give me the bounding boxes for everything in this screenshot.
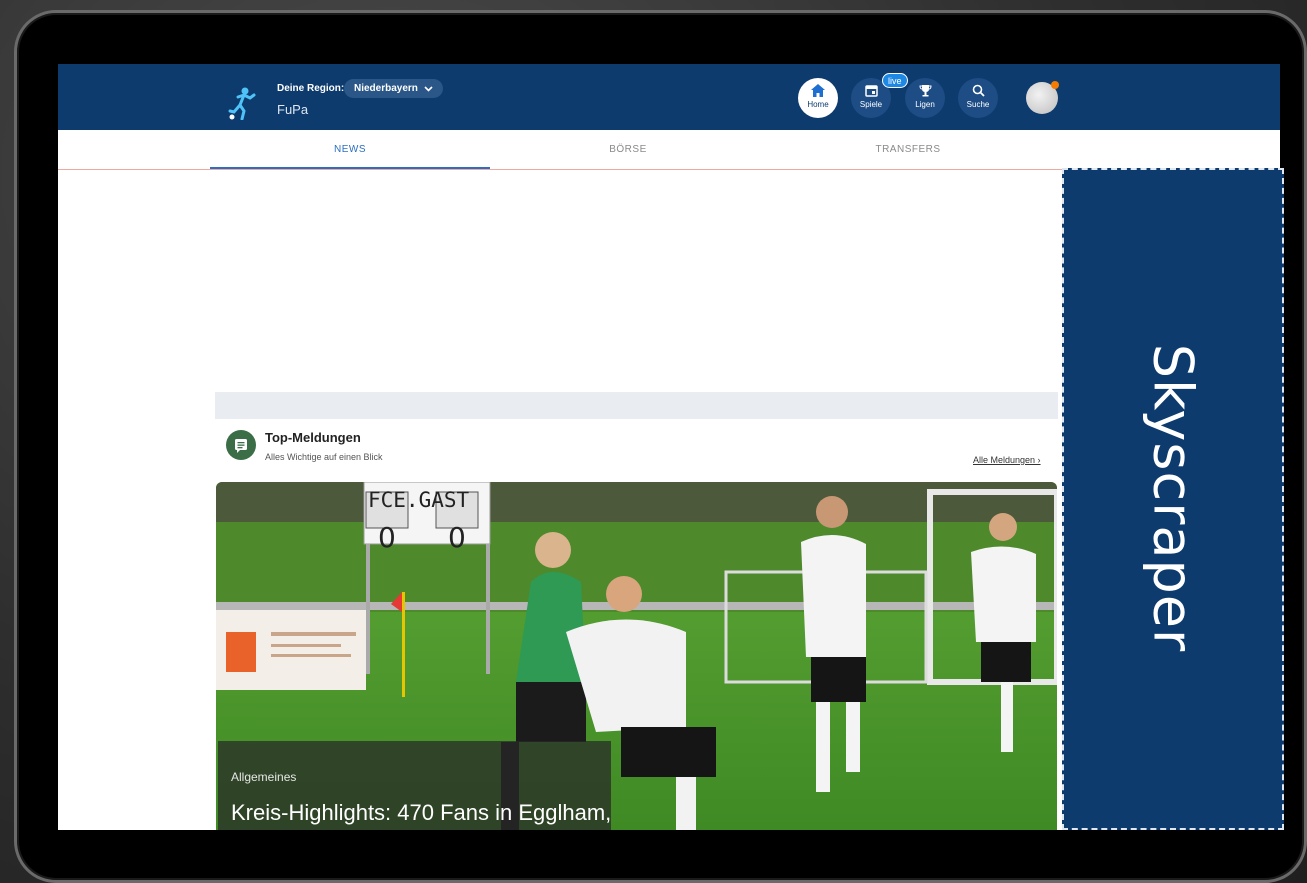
nav-home-label: Home — [807, 100, 829, 109]
content-divider — [215, 392, 1058, 419]
section-tabs: NEWS BÖRSE TRANSFERS — [58, 130, 1280, 170]
nav-home-button[interactable]: Home — [798, 78, 838, 118]
section-title: Top-Meldungen — [265, 430, 361, 445]
nav-ligen-label: Ligen — [915, 100, 935, 109]
article-category: Allgemeines — [231, 770, 297, 784]
scoreboard-home: 0 — [378, 521, 396, 554]
scoreboard-teams: FCE.GAST — [368, 488, 470, 512]
tab-news[interactable]: NEWS — [210, 130, 490, 169]
region-value: Niederbayern — [354, 83, 418, 94]
nav-suche-label: Suche — [966, 100, 990, 109]
scoreboard-away: 0 — [448, 521, 466, 554]
section-subtitle: Alles Wichtige auf einen Blick — [265, 452, 383, 462]
skyscraper-label-wrap: Skyscraper — [1062, 168, 1284, 830]
home-icon — [798, 78, 838, 100]
all-news-link[interactable]: Alle Meldungen › — [973, 455, 1041, 465]
top-navigation-bar: Deine Region: Niederbayern FuPa Home Spi… — [58, 64, 1280, 130]
message-icon — [226, 430, 256, 460]
search-icon — [958, 78, 998, 100]
live-badge: live — [882, 73, 908, 88]
chevron-down-icon — [421, 83, 433, 94]
tab-transfers[interactable]: TRANSFERS — [768, 130, 1048, 169]
nav-ligen-button[interactable]: Ligen — [905, 78, 945, 118]
nav-suche-button[interactable]: Suche — [958, 78, 998, 118]
article-title[interactable]: Kreis-Highlights: 470 Fans in Egglham, — [231, 800, 611, 826]
notification-dot — [1051, 81, 1059, 89]
fupa-logo-icon[interactable] — [228, 86, 256, 120]
tab-boerse[interactable]: BÖRSE — [488, 130, 768, 169]
region-selector[interactable]: Niederbayern — [344, 79, 443, 98]
trophy-icon — [905, 78, 945, 100]
nav-spiele-label: Spiele — [859, 100, 883, 109]
brand-name: FuPa — [277, 102, 309, 117]
region-label: Deine Region: — [277, 83, 345, 94]
skyscraper-label: Skyscraper — [1141, 343, 1205, 653]
